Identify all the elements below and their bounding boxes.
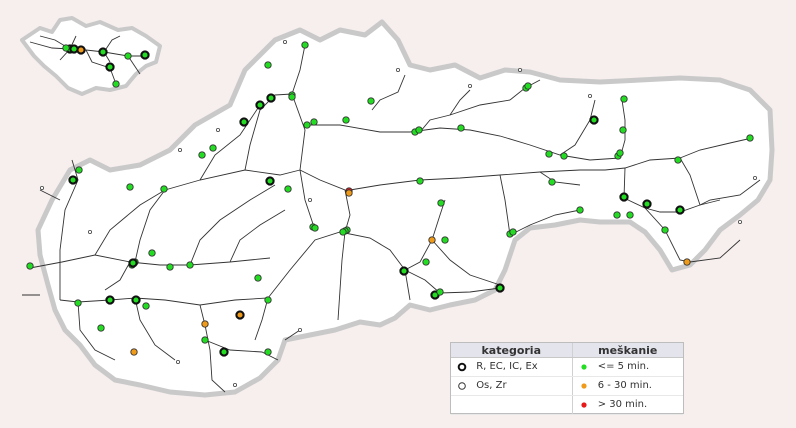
train-marker[interactable] xyxy=(264,61,272,69)
thin-ring-icon xyxy=(458,381,466,390)
train-marker[interactable] xyxy=(548,178,556,186)
train-marker[interactable] xyxy=(254,274,262,282)
train-marker[interactable] xyxy=(683,258,691,266)
train-marker[interactable] xyxy=(148,249,156,257)
train-marker[interactable] xyxy=(97,324,105,332)
train-marker[interactable] xyxy=(436,288,444,296)
train-marker[interactable] xyxy=(345,189,353,197)
train-marker[interactable] xyxy=(105,62,115,72)
orange-dot-icon xyxy=(580,383,587,389)
train-marker[interactable] xyxy=(112,80,120,88)
train-marker[interactable] xyxy=(130,348,138,356)
train-marker[interactable] xyxy=(616,149,624,157)
train-marker[interactable] xyxy=(495,283,505,293)
train-marker[interactable] xyxy=(124,52,132,60)
train-marker[interactable] xyxy=(422,258,430,266)
train-marker[interactable] xyxy=(198,151,206,159)
train-marker[interactable] xyxy=(26,262,34,270)
train-marker[interactable] xyxy=(620,95,628,103)
train-marker[interactable] xyxy=(105,295,115,305)
legend-empty-cell xyxy=(451,395,572,415)
train-marker[interactable] xyxy=(457,124,465,132)
train-marker[interactable] xyxy=(339,228,347,236)
train-marker[interactable] xyxy=(255,100,265,110)
train-marker[interactable] xyxy=(209,144,217,152)
train-marker[interactable] xyxy=(626,211,634,219)
train-marker[interactable] xyxy=(576,206,584,214)
train-marker[interactable] xyxy=(160,185,168,193)
train-marker[interactable] xyxy=(301,41,309,49)
train-marker[interactable] xyxy=(69,44,79,54)
train-marker[interactable] xyxy=(619,192,629,202)
train-marker[interactable] xyxy=(126,183,134,191)
train-marker[interactable] xyxy=(288,93,296,101)
train-marker[interactable] xyxy=(524,82,532,90)
train-marker[interactable] xyxy=(235,310,245,320)
train-marker[interactable] xyxy=(589,115,599,125)
train-marker[interactable] xyxy=(619,126,627,134)
train-marker[interactable] xyxy=(342,116,350,124)
train-marker[interactable] xyxy=(201,336,209,344)
train-marker[interactable] xyxy=(509,228,517,236)
train-marker[interactable] xyxy=(264,348,272,356)
train-marker[interactable] xyxy=(545,150,553,158)
green-dot-icon xyxy=(580,364,587,370)
legend-category-regional: Os, Zr xyxy=(451,376,572,396)
train-marker[interactable] xyxy=(661,226,669,234)
red-dot-icon xyxy=(580,402,587,408)
legend-category-regional-label: Os, Zr xyxy=(476,380,507,392)
train-marker[interactable] xyxy=(310,118,318,126)
legend-category-header: kategoria xyxy=(451,343,572,358)
thick-ring-icon xyxy=(457,362,467,372)
train-marker[interactable] xyxy=(166,263,174,271)
legend-category-fast: R, EC, IC, Ex xyxy=(451,357,572,377)
legend-delay-minor: 6 - 30 min. xyxy=(571,376,683,396)
legend: kategoria meškanie R, EC, IC, Ex <= 5 mi… xyxy=(450,342,684,415)
legend-delay-header: meškanie xyxy=(571,343,683,358)
legend-delay-ontime: <= 5 min. xyxy=(571,357,683,377)
train-marker[interactable] xyxy=(311,224,319,232)
train-marker[interactable] xyxy=(68,175,78,185)
train-marker[interactable] xyxy=(367,97,375,105)
train-marker[interactable] xyxy=(131,295,141,305)
train-marker[interactable] xyxy=(219,347,229,357)
train-marker[interactable] xyxy=(399,266,409,276)
train-marker[interactable] xyxy=(437,199,445,207)
train-marker[interactable] xyxy=(441,236,449,244)
train-marker[interactable] xyxy=(265,176,275,186)
train-marker[interactable] xyxy=(746,134,754,142)
train-marker[interactable] xyxy=(642,199,652,209)
train-marker[interactable] xyxy=(98,47,108,57)
train-marker[interactable] xyxy=(264,296,272,304)
train-marker[interactable] xyxy=(128,258,138,268)
train-marker[interactable] xyxy=(75,166,83,174)
legend-delay-major: > 30 min. xyxy=(571,395,683,415)
train-marker[interactable] xyxy=(74,299,82,307)
legend-delay-ontime-label: <= 5 min. xyxy=(597,361,650,373)
train-marker[interactable] xyxy=(266,93,276,103)
train-marker[interactable] xyxy=(428,236,436,244)
train-marker[interactable] xyxy=(675,205,685,215)
train-marker[interactable] xyxy=(674,156,682,164)
train-marker[interactable] xyxy=(186,261,194,269)
legend-category-fast-label: R, EC, IC, Ex xyxy=(476,361,538,373)
train-marker[interactable] xyxy=(303,121,311,129)
train-marker[interactable] xyxy=(415,126,423,134)
train-marker[interactable] xyxy=(142,302,150,310)
legend-delay-minor-label: 6 - 30 min. xyxy=(597,380,652,392)
train-marker[interactable] xyxy=(140,50,150,60)
slovakia-outline xyxy=(35,19,775,398)
train-marker[interactable] xyxy=(613,211,621,219)
train-marker[interactable] xyxy=(201,320,209,328)
train-marker[interactable] xyxy=(239,117,249,127)
legend-delay-major-label: > 30 min. xyxy=(597,399,648,411)
train-marker[interactable] xyxy=(284,185,292,193)
train-marker[interactable] xyxy=(560,152,568,160)
train-marker[interactable] xyxy=(416,177,424,185)
train-marker[interactable] xyxy=(62,44,70,52)
